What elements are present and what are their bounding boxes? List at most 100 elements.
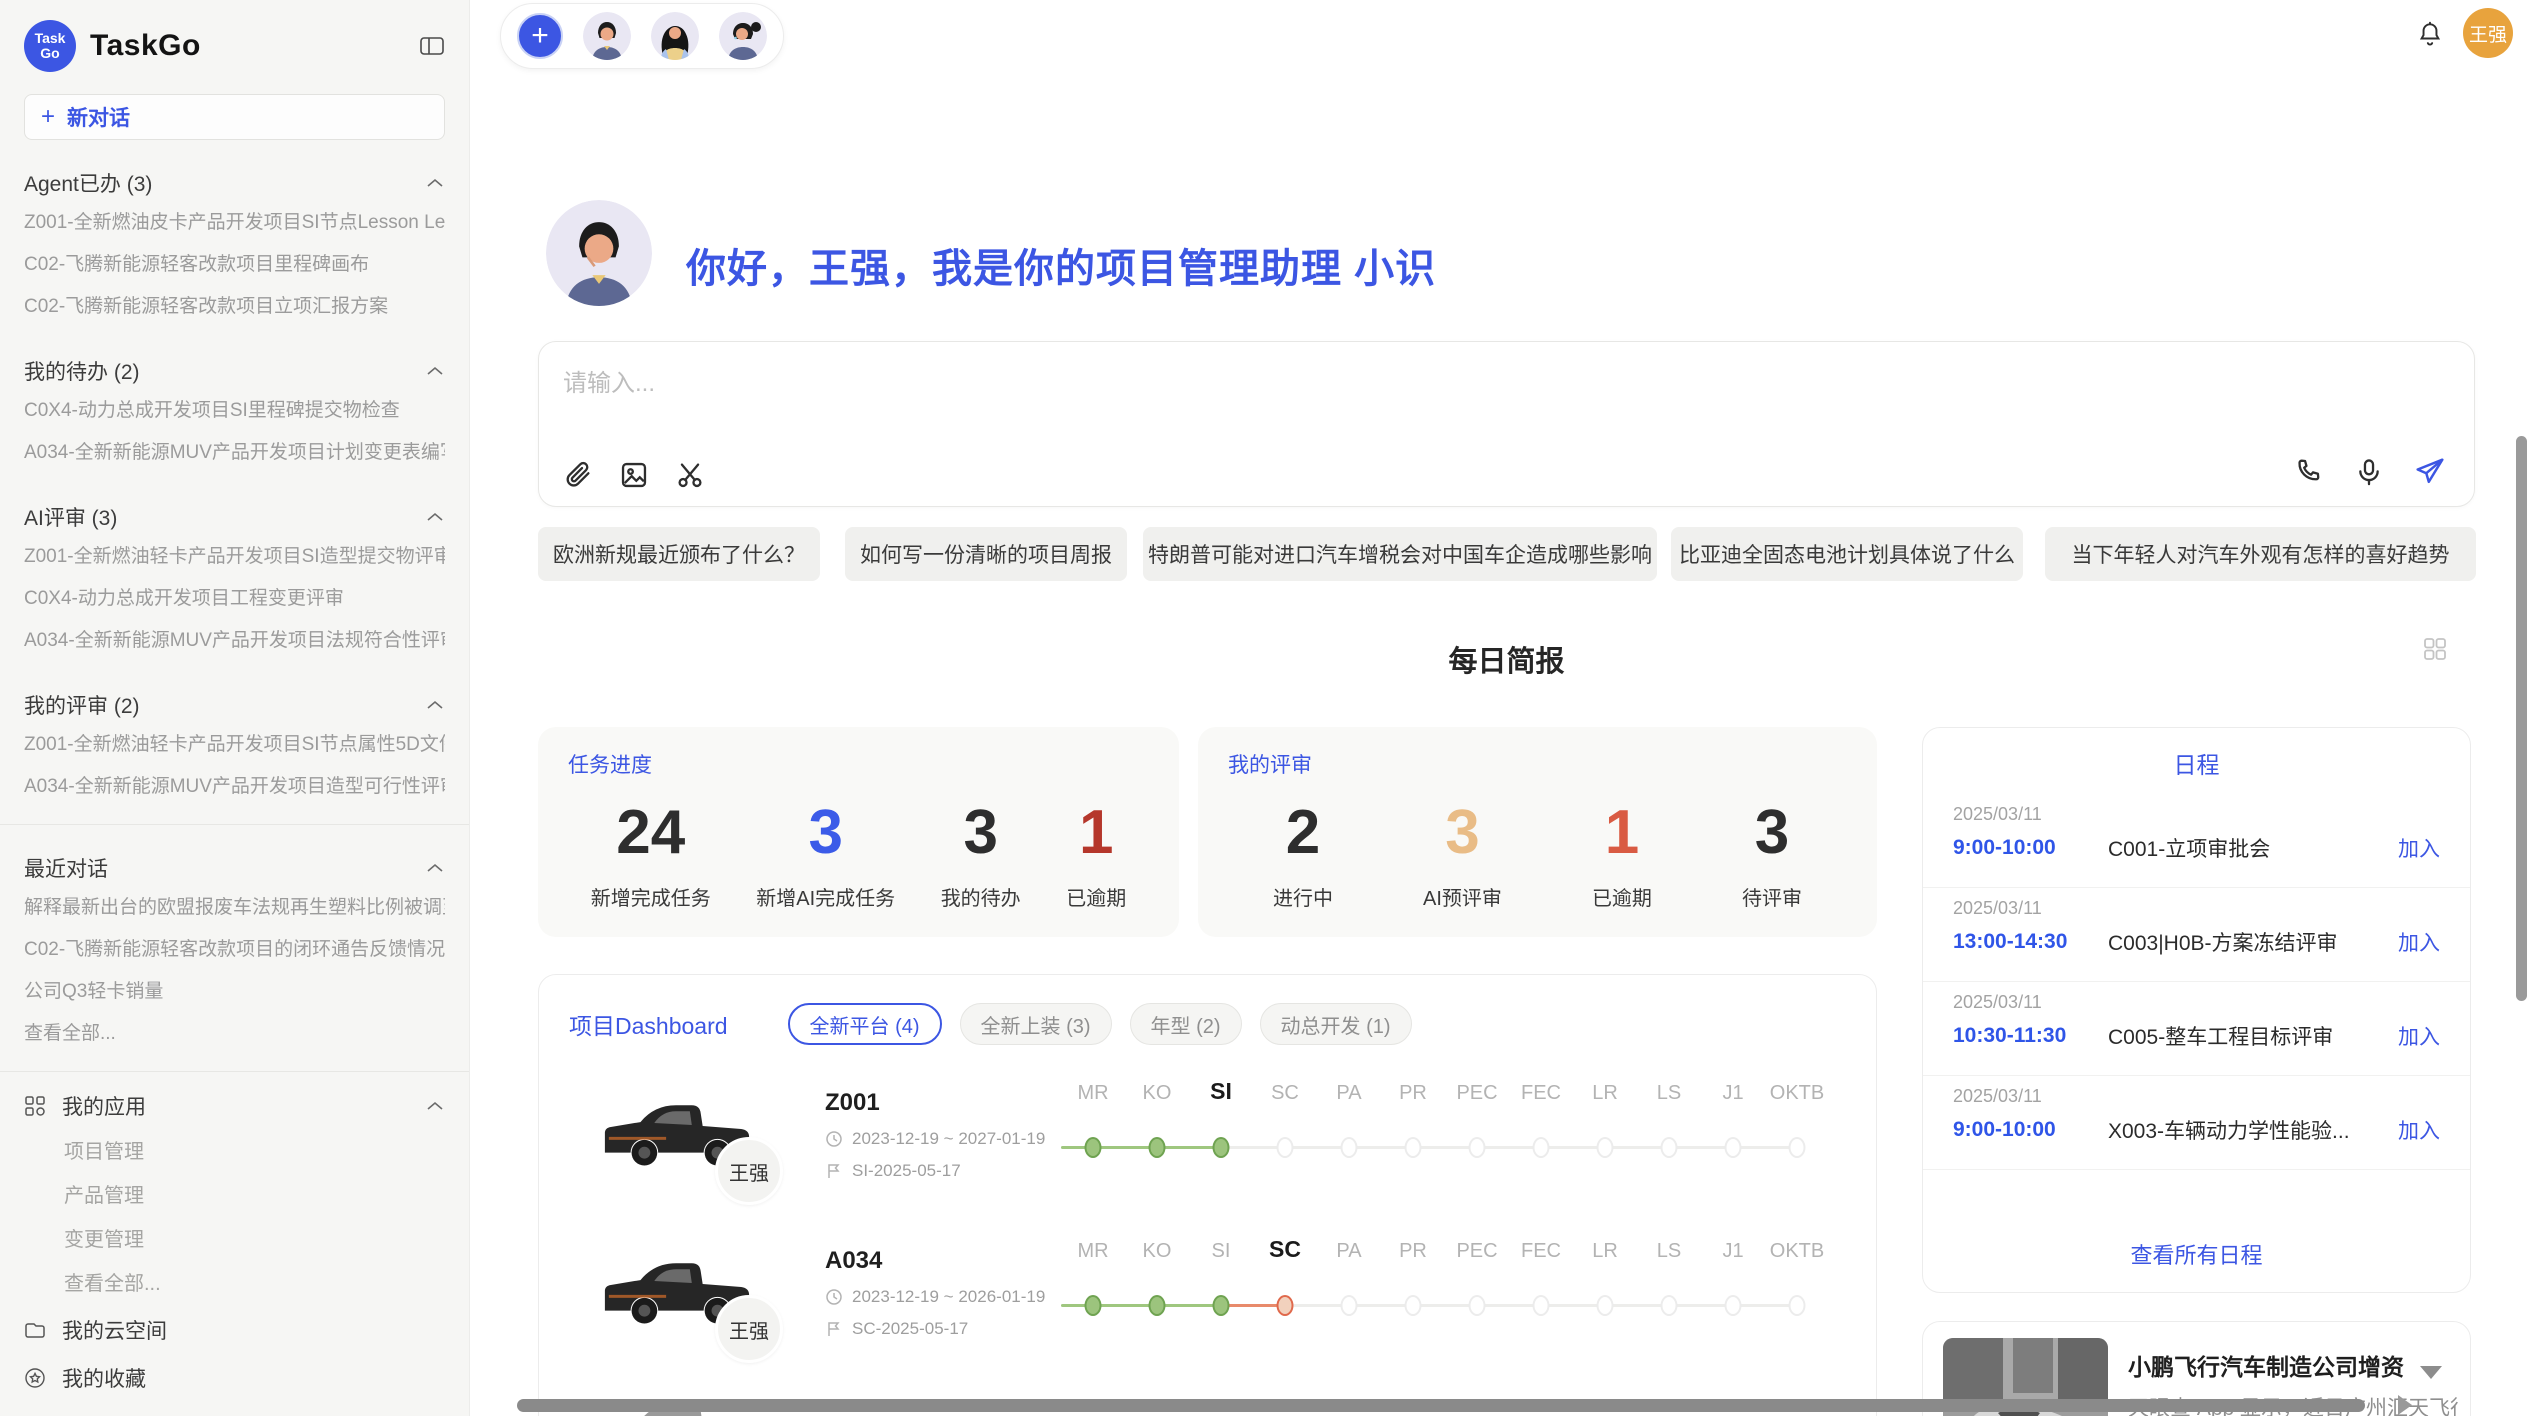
milestone-dot[interactable] [1469, 1137, 1486, 1158]
join-link[interactable]: 加入 [2398, 833, 2440, 863]
join-link[interactable]: 加入 [2398, 1115, 2440, 1145]
sidebar-item[interactable]: Z001-全新燃油皮卡产品开发项目SI节点Lesson Learn报告 [24, 202, 445, 244]
sidebar: Task Go TaskGo + 新对话 Agent已办 (3) Z001-全新… [0, 0, 470, 1416]
sidebar-item-view-all[interactable]: 查看全部... [24, 1013, 445, 1055]
milestone-dot[interactable] [1789, 1137, 1806, 1158]
schedule-event[interactable]: 2025/03/11 13:00-14:30 C003|H0B-方案冻结评审 加… [1923, 888, 2470, 982]
milestone-dot[interactable] [1725, 1295, 1742, 1316]
milestone-dot[interactable] [1789, 1295, 1806, 1316]
project-row[interactable]: 王强 A034 2023-12-19 ~ 2026-01-19 SC-2025-… [539, 1225, 1876, 1383]
join-link[interactable]: 加入 [2398, 927, 2440, 957]
milestone-dot[interactable] [1341, 1295, 1358, 1316]
microphone-icon[interactable] [2354, 457, 2384, 487]
sidebar-item[interactable]: C0X4-动力总成开发项目工程变更评审 [24, 578, 445, 620]
horizontal-scrollbar[interactable] [517, 1399, 2365, 1412]
suggestion-chip[interactable]: 如何写一份清晰的项目周报 [845, 527, 1127, 581]
sidebar-item-product-mgmt[interactable]: 产品管理 [24, 1174, 445, 1218]
suggestion-chip[interactable]: 特朗普可能对进口汽车增税会对中国车企造成哪些影响 [1143, 527, 1657, 581]
sidebar-item-project-mgmt[interactable]: 项目管理 [24, 1130, 445, 1174]
sidebar-item[interactable]: C0X4-动力总成开发项目SI里程碑提交物检查 [24, 390, 445, 432]
milestone-dot[interactable] [1213, 1137, 1230, 1158]
sidebar-item-my-apps[interactable]: 我的应用 [24, 1082, 445, 1130]
milestone-dot[interactable] [1597, 1137, 1614, 1158]
tab-new-body[interactable]: 全新上装 (3) [960, 1003, 1112, 1045]
vertical-scrollbar[interactable] [2516, 436, 2527, 1001]
section-header-my-todo[interactable]: 我的待办 (2) [24, 352, 445, 390]
milestone-dot[interactable] [1149, 1137, 1166, 1158]
sidebar-item-favorites[interactable]: 我的收藏 [24, 1354, 445, 1402]
stat-value: 24 [591, 797, 711, 868]
tab-new-platform[interactable]: 全新平台 (4) [788, 1003, 942, 1045]
scroll-right-arrow[interactable] [2398, 1395, 2412, 1415]
notifications-bell-icon[interactable] [2416, 20, 2444, 53]
layout-grid-icon[interactable] [2422, 636, 2448, 667]
section-header-my-review[interactable]: 我的评审 (2) [24, 686, 445, 724]
section-title: 我的评审 (2) [24, 690, 140, 720]
sidebar-item[interactable]: A034-全新新能源MUV产品开发项目计划变更表编写 [24, 432, 445, 474]
milestone-dot[interactable] [1085, 1295, 1102, 1316]
greeting-title: 你好，王强，我是你的项目管理助理 小识 [686, 236, 1436, 294]
sidebar-item-change-mgmt[interactable]: 变更管理 [24, 1218, 445, 1262]
section-header-ai-review[interactable]: AI评审 (3) [24, 498, 445, 536]
sidebar-item-apps-view-all[interactable]: 查看全部... [24, 1262, 445, 1306]
suggestion-chip[interactable]: 欧洲新规最近颁布了什么？ [538, 527, 820, 581]
paperclip-icon[interactable] [563, 460, 593, 490]
milestone-dot[interactable] [1341, 1137, 1358, 1158]
milestone-dot[interactable] [1213, 1295, 1230, 1316]
project-dates-text: 2023-12-19 ~ 2026-01-19 [852, 1287, 1045, 1307]
milestone-dot[interactable] [1085, 1137, 1102, 1158]
schedule-event[interactable]: 2025/03/11 10:30-11:30 C005-整车工程目标评审 加入 [1923, 982, 2470, 1076]
scissors-icon[interactable] [675, 460, 705, 490]
new-chat-button[interactable]: + 新对话 [24, 94, 445, 140]
flag-icon [825, 1320, 843, 1338]
sidebar-item[interactable]: Z001-全新燃油轻卡产品开发项目SI造型提交物评审 [24, 536, 445, 578]
send-icon[interactable] [2414, 456, 2446, 488]
event-title: C001-立项审批会 [2108, 833, 2398, 863]
milestone-dot[interactable] [1533, 1295, 1550, 1316]
milestone-dot[interactable] [1469, 1295, 1486, 1316]
sidebar-item-cloud-space[interactable]: 我的云空间 [24, 1306, 445, 1354]
chat-input[interactable] [563, 364, 1763, 404]
sidebar-item[interactable]: A034-全新新能源MUV产品开发项目造型可行性评审 [24, 766, 445, 808]
suggestion-chip[interactable]: 当下年轻人对汽车外观有怎样的喜好趋势 [2045, 527, 2476, 581]
add-conversation-button[interactable]: + [517, 13, 563, 59]
section-header-recent-chats[interactable]: 最近对话 [24, 849, 445, 887]
phone-icon[interactable] [2294, 457, 2324, 487]
sidebar-item[interactable]: 解释最新出台的欧盟报废车法规再生塑料比例被调至15%... [24, 887, 445, 929]
sidebar-item[interactable]: A034-全新新能源MUV产品开发项目法规符合性评审 [24, 620, 445, 662]
milestone-dot[interactable] [1533, 1137, 1550, 1158]
suggestion-chip[interactable]: 比亚迪全固态电池计划具体说了什么 [1671, 527, 2023, 581]
user-avatar[interactable]: 王强 [2463, 8, 2513, 58]
agent-avatar-1[interactable] [583, 12, 631, 60]
sidebar-item[interactable]: Z001-全新燃油轻卡产品开发项目SI节点属性5D文件评审 [24, 724, 445, 766]
schedule-event[interactable]: 2025/03/11 9:00-10:00 X003-车辆动力学性能验... 加… [1923, 1076, 2470, 1170]
image-icon[interactable] [619, 460, 649, 490]
sidebar-item[interactable]: C02-飞腾新能源轻客改款项目里程碑画布 [24, 244, 445, 286]
milestone-dot[interactable] [1661, 1295, 1678, 1316]
tab-model-year[interactable]: 年型 (2) [1130, 1003, 1242, 1045]
milestone-dot[interactable] [1597, 1295, 1614, 1316]
sidebar-item[interactable]: C02-飞腾新能源轻客改款项目的闭环通告反馈情况 [24, 929, 445, 971]
join-link[interactable]: 加入 [2398, 1021, 2440, 1051]
scroll-down-indicator[interactable] [2420, 1366, 2442, 1379]
milestone-dot[interactable] [1661, 1137, 1678, 1158]
sidebar-item[interactable]: 公司Q3轻卡销量 [24, 971, 445, 1013]
schedule-event[interactable]: 2025/03/11 9:00-10:00 C001-立项审批会 加入 [1923, 794, 2470, 888]
tab-powertrain[interactable]: 动总开发 (1) [1260, 1003, 1412, 1045]
stat-value: 1 [1066, 797, 1126, 868]
section-header-agent-done[interactable]: Agent已办 (3) [24, 164, 445, 202]
app-logo: Task Go [24, 20, 76, 72]
milestone-dot[interactable] [1405, 1137, 1422, 1158]
milestone-dot[interactable] [1277, 1295, 1294, 1316]
milestone-dot[interactable] [1405, 1295, 1422, 1316]
sidebar-item[interactable]: C02-飞腾新能源轻客改款项目立项汇报方案 [24, 286, 445, 328]
milestone-dot[interactable] [1725, 1137, 1742, 1158]
sidebar-collapse-icon[interactable] [419, 35, 445, 57]
milestone-dot[interactable] [1149, 1295, 1166, 1316]
view-all-schedule-link[interactable]: 查看所有日程 [1923, 1238, 2470, 1270]
agent-avatar-2[interactable] [651, 12, 699, 60]
milestone-dot[interactable] [1277, 1137, 1294, 1158]
project-row[interactable]: 王强 Z001 2023-12-19 ~ 2027-01-19 SI-2025-… [539, 1067, 1876, 1225]
milestone-label: OKTB [1765, 1231, 1829, 1263]
agent-avatar-3[interactable] [719, 12, 767, 60]
